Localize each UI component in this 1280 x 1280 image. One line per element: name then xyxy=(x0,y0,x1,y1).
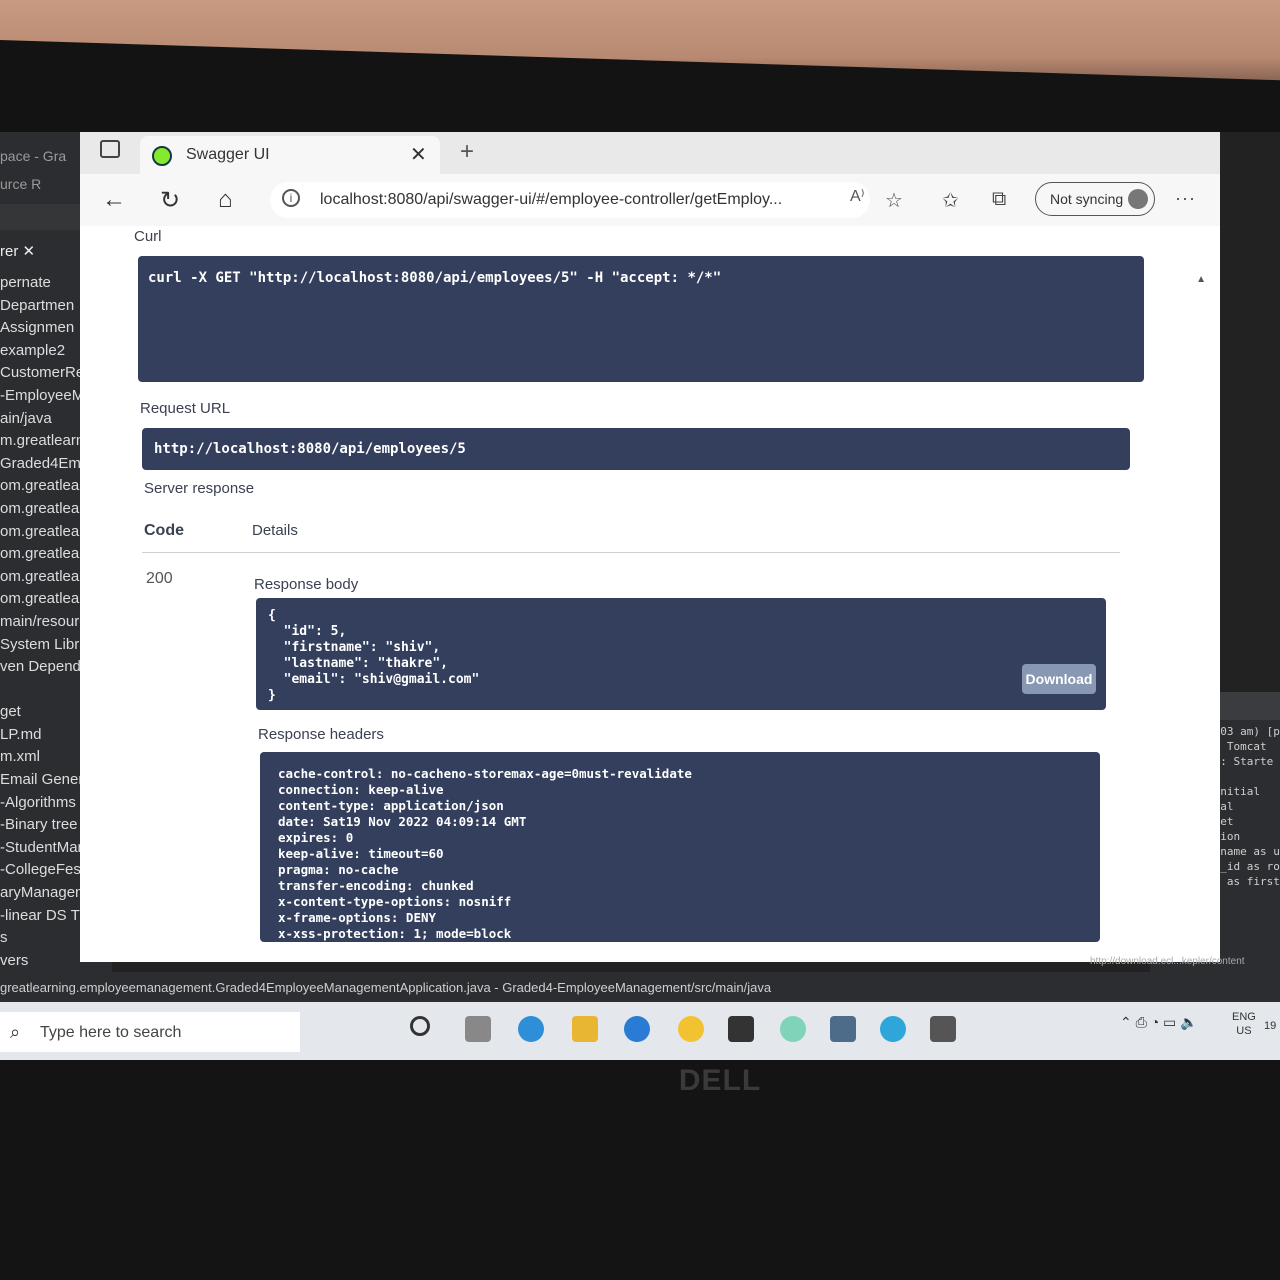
response-headers-block: cache-control: no-cacheno-storemax-age=0… xyxy=(260,752,1100,942)
status-code: 200 xyxy=(146,570,173,587)
swagger-content: Curl curl -X GET "http://localhost:8080/… xyxy=(80,226,1220,962)
task-view-icon[interactable] xyxy=(465,1016,491,1042)
curl-command: curl -X GET "http://localhost:8080/api/e… xyxy=(148,270,722,286)
browser-nav-bar: ← ↻ ⌂ i localhost:8080/api/swagger-ui/#/… xyxy=(80,174,1220,227)
address-bar[interactable]: i localhost:8080/api/swagger-ui/#/employ… xyxy=(270,182,870,218)
taskbar-search[interactable]: ⌕ Type here to search xyxy=(0,1012,300,1052)
read-aloud-icon[interactable]: A⁾ xyxy=(850,186,865,206)
response-headers-text[interactable]: cache-control: no-cacheno-storemax-age=0… xyxy=(278,766,692,942)
lang-top: ENG xyxy=(1232,1011,1256,1023)
avatar xyxy=(1128,189,1148,209)
eclipse-window-title: pace - Gra xyxy=(0,148,67,164)
cortana-icon[interactable] xyxy=(410,1016,430,1036)
sync-label: Not syncing xyxy=(1050,191,1124,207)
favorites-icon[interactable]: ✩ xyxy=(942,188,959,213)
laptop-bezel-bottom xyxy=(0,1060,1280,1280)
search-input[interactable]: Type here to search xyxy=(40,1024,181,1042)
details-column-header: Details xyxy=(252,522,298,539)
profile-sync-button[interactable]: Not syncing xyxy=(1035,182,1155,216)
browser-tab-bar: Swagger UI ✕ + xyxy=(80,132,1220,174)
eclipse-menu-fragment: urce R xyxy=(0,176,42,192)
tab-actions-icon[interactable] xyxy=(100,140,120,158)
chrome-app-icon[interactable] xyxy=(780,1016,806,1042)
curl-block: curl -X GET "http://localhost:8080/api/e… xyxy=(138,256,1144,382)
status-path: greatlearning.employeemanagement.Graded4… xyxy=(0,980,772,995)
browser-tab-swagger[interactable]: Swagger UI ✕ xyxy=(140,136,440,174)
edge-icon[interactable] xyxy=(880,1016,906,1042)
eclipse-status-bar: greatlearning.employeemanagement.Graded4… xyxy=(0,956,1280,1002)
ie-icon[interactable] xyxy=(624,1016,650,1042)
close-icon[interactable]: ✕ xyxy=(23,243,36,260)
home-icon[interactable]: ⌂ xyxy=(218,186,233,214)
response-body-label: Response body xyxy=(254,576,359,593)
app-window-icon[interactable] xyxy=(930,1016,956,1042)
swagger-favicon-icon xyxy=(152,146,172,166)
file-explorer-icon[interactable] xyxy=(572,1016,598,1042)
explorer-tab-label: rer xyxy=(0,243,19,260)
collections-icon[interactable]: ⧉ xyxy=(992,188,1006,211)
server-response-label: Server response xyxy=(144,480,255,497)
snipping-tool-icon[interactable] xyxy=(830,1016,856,1042)
response-body-block: { "id": 5, "firstname": "shiv", "lastnam… xyxy=(256,598,1106,710)
request-url-block: http://localhost:8080/api/employees/5 xyxy=(142,428,1130,470)
eclipse-app-icon[interactable] xyxy=(518,1016,544,1042)
clock-fragment: 19 xyxy=(1264,1020,1277,1032)
curl-label: Curl xyxy=(134,228,162,245)
divider xyxy=(142,552,1120,553)
refresh-icon[interactable]: ↻ xyxy=(160,186,180,215)
download-button[interactable]: Download xyxy=(1022,664,1096,694)
system-tray-icons[interactable]: ⌃ ⎙ ◔ ▭ 🔈 xyxy=(1120,1014,1198,1031)
dell-logo: DELL xyxy=(678,1064,762,1097)
lang-bottom: US xyxy=(1236,1025,1252,1037)
response-body-json[interactable]: { "id": 5, "firstname": "shiv", "lastnam… xyxy=(268,608,479,704)
status-url: http://download.ecl...kepler/content xyxy=(1090,956,1245,967)
code-column-header: Code xyxy=(144,522,184,539)
tips-app-icon[interactable] xyxy=(678,1016,704,1042)
tab-title: Swagger UI xyxy=(186,146,270,163)
new-tab-icon[interactable]: + xyxy=(460,138,474,166)
request-url-label: Request URL xyxy=(140,400,231,417)
site-info-icon[interactable]: i xyxy=(282,189,300,207)
explorer-tab[interactable]: rer ✕ xyxy=(0,242,35,260)
address-url[interactable]: localhost:8080/api/swagger-ui/#/employee… xyxy=(320,191,782,209)
back-icon[interactable]: ← xyxy=(102,186,126,214)
browser-window: Swagger UI ✕ + ← ↻ ⌂ i localhost:8080/ap… xyxy=(80,132,1220,962)
add-favorite-icon[interactable]: ☆ xyxy=(885,188,903,213)
search-icon: ⌕ xyxy=(10,1022,21,1042)
terminal-icon[interactable] xyxy=(728,1016,754,1042)
windows-taskbar: ⌕ Type here to search ⌃ ⎙ ◔ ▭ 🔈 ENG US 19 xyxy=(0,1002,1280,1062)
more-menu-icon[interactable]: ··· xyxy=(1175,188,1196,209)
request-url: http://localhost:8080/api/employees/5 xyxy=(154,441,466,457)
scroll-up-icon[interactable]: ▲ xyxy=(1196,274,1206,285)
response-headers-label: Response headers xyxy=(258,726,384,743)
laptop-screen: pace - Gra urce R rer ✕ pernate Departmen… xyxy=(0,132,1280,1062)
language-indicator[interactable]: ENG US xyxy=(1232,1010,1256,1038)
close-tab-icon[interactable]: ✕ xyxy=(410,142,427,167)
